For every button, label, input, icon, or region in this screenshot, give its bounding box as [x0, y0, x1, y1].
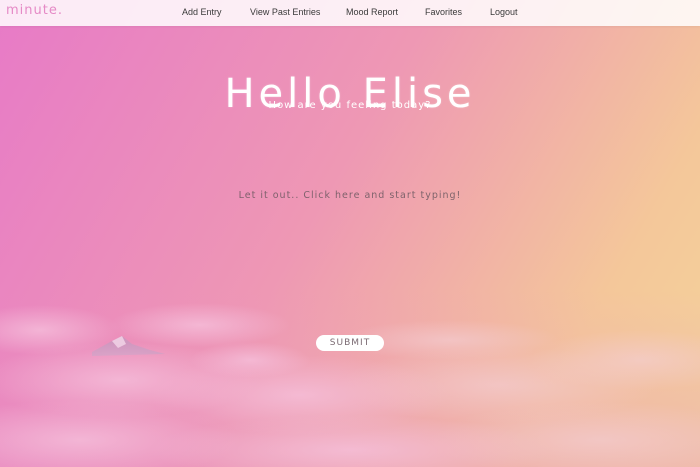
top-navbar: minute. Add Entry View Past Entries Mood…	[0, 0, 700, 26]
nav-add-entry[interactable]: Add Entry	[182, 7, 222, 17]
nav-view-past-entries[interactable]: View Past Entries	[250, 7, 320, 17]
nav-mood-report[interactable]: Mood Report	[346, 7, 398, 17]
nav-favorites[interactable]: Favorites	[425, 7, 462, 17]
submit-button[interactable]: SUBMIT	[316, 335, 384, 351]
journal-page: minute. Add Entry View Past Entries Mood…	[0, 0, 700, 467]
journal-entry-input[interactable]	[150, 170, 550, 230]
nav-logout[interactable]: Logout	[490, 7, 518, 17]
feeling-prompt: How are you feeling today?	[268, 100, 432, 111]
nav-links: Add Entry View Past Entries Mood Report …	[0, 0, 700, 26]
